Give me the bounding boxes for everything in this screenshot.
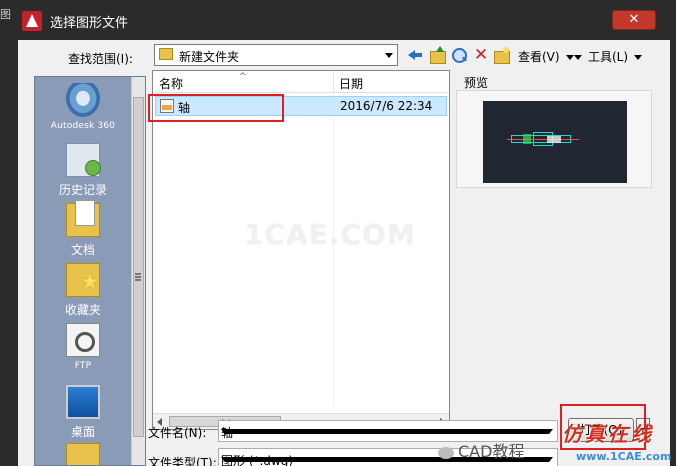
preview-label: 预览 bbox=[464, 76, 489, 90]
lookin-dropdown[interactable]: 新建文件夹 bbox=[154, 44, 398, 66]
chevron-down-icon bbox=[565, 55, 574, 60]
favorites-icon bbox=[66, 263, 100, 297]
chevron-down-icon bbox=[634, 55, 643, 60]
folder-icon bbox=[159, 48, 173, 60]
delete-icon[interactable]: ✕ bbox=[472, 46, 490, 64]
place-ftp[interactable]: FTP bbox=[35, 323, 131, 371]
filename-label: 文件名(N): bbox=[148, 426, 207, 440]
new-folder-icon[interactable] bbox=[492, 46, 510, 64]
wechat-icon bbox=[438, 446, 454, 459]
place-label: Autodesk 360 bbox=[50, 121, 116, 131]
place-favorites[interactable]: 收藏夹 bbox=[35, 263, 131, 318]
place-more[interactable] bbox=[35, 443, 131, 465]
preview-panel bbox=[456, 90, 652, 188]
up-folder-icon[interactable] bbox=[428, 46, 446, 64]
places-scrollbar[interactable] bbox=[131, 77, 145, 465]
tools-menu[interactable]: 工具(L) bbox=[574, 48, 643, 65]
place-label: 历史记录 bbox=[58, 183, 107, 197]
place-label: FTP bbox=[74, 361, 92, 371]
chevron-down-icon[interactable] bbox=[221, 429, 553, 434]
place-label: 收藏夹 bbox=[64, 303, 101, 317]
wechat-label: CAD教程 bbox=[458, 442, 525, 461]
place-documents[interactable]: 文档 bbox=[35, 200, 131, 258]
column-date-header[interactable]: 日期 bbox=[339, 75, 363, 92]
title-bar[interactable]: 选择图形文件 ✕ bbox=[12, 0, 676, 40]
filetype-label: 文件类型(T): bbox=[148, 456, 217, 466]
column-name-header[interactable]: 名称 bbox=[159, 75, 183, 92]
scrollbar-thumb[interactable] bbox=[133, 97, 144, 437]
place-autodesk-360[interactable]: Autodesk 360 bbox=[35, 83, 131, 131]
watermark-text: 1CAE.COM bbox=[244, 218, 416, 251]
chevron-down-icon bbox=[385, 53, 393, 58]
wechat-watermark: CAD教程 bbox=[438, 438, 524, 462]
lookin-value: 新建文件夹 bbox=[179, 50, 240, 64]
folder-icon bbox=[66, 443, 100, 465]
history-icon bbox=[66, 143, 101, 177]
place-label: 文档 bbox=[70, 243, 95, 257]
background-window-edge: 图 bbox=[0, 0, 12, 466]
close-button[interactable]: ✕ bbox=[612, 10, 656, 30]
tools-menu-label: 工具(L) bbox=[588, 50, 629, 64]
view-menu-label: 查看(V) bbox=[518, 50, 560, 64]
preview-shape bbox=[523, 134, 531, 144]
documents-icon bbox=[66, 200, 100, 237]
file-date: 2016/7/6 22:34 bbox=[340, 99, 433, 113]
place-label: 桌面 bbox=[70, 425, 95, 439]
chevron-down-icon bbox=[574, 55, 582, 60]
file-row[interactable]: 轴 2016/7/6 22:34 bbox=[155, 96, 447, 116]
autocad-app-icon bbox=[22, 11, 42, 31]
column-header: 名称 ^ 日期 bbox=[153, 71, 449, 93]
preview-shape bbox=[507, 139, 579, 140]
autodesk-360-icon bbox=[66, 83, 100, 117]
back-arrow-icon[interactable] bbox=[406, 46, 424, 64]
dialog-body: 查找范围(I): 新建文件夹 ✕ 查看(V) 工具(L) Autodesk 36… bbox=[18, 40, 670, 466]
ftp-icon bbox=[66, 323, 100, 357]
sort-ascending-icon: ^ bbox=[239, 72, 247, 82]
dialog-title: 选择图形文件 bbox=[50, 16, 129, 31]
desktop-icon bbox=[66, 385, 100, 419]
search-web-icon[interactable] bbox=[450, 46, 468, 64]
view-menu[interactable]: 查看(V) bbox=[518, 48, 574, 65]
file-name: 轴 bbox=[178, 101, 191, 115]
drawing-preview-thumbnail bbox=[483, 101, 627, 183]
brand-watermark: 仿真在线 bbox=[562, 422, 654, 446]
brand-url-watermark: www.1CAE.com bbox=[576, 450, 672, 463]
dwg-file-icon bbox=[160, 99, 174, 113]
scrollbar-grip-icon bbox=[135, 273, 141, 281]
place-desktop[interactable]: 桌面 bbox=[35, 385, 131, 440]
background-edge-text: 图 bbox=[0, 8, 11, 21]
preview-shape bbox=[547, 136, 561, 143]
lookin-label: 查找范围(I): bbox=[68, 52, 133, 66]
places-sidebar: Autodesk 360 历史记录 文档 收藏夹 FTP 桌面 bbox=[34, 76, 146, 466]
place-history[interactable]: 历史记录 bbox=[35, 143, 131, 198]
column-divider[interactable] bbox=[333, 71, 334, 93]
